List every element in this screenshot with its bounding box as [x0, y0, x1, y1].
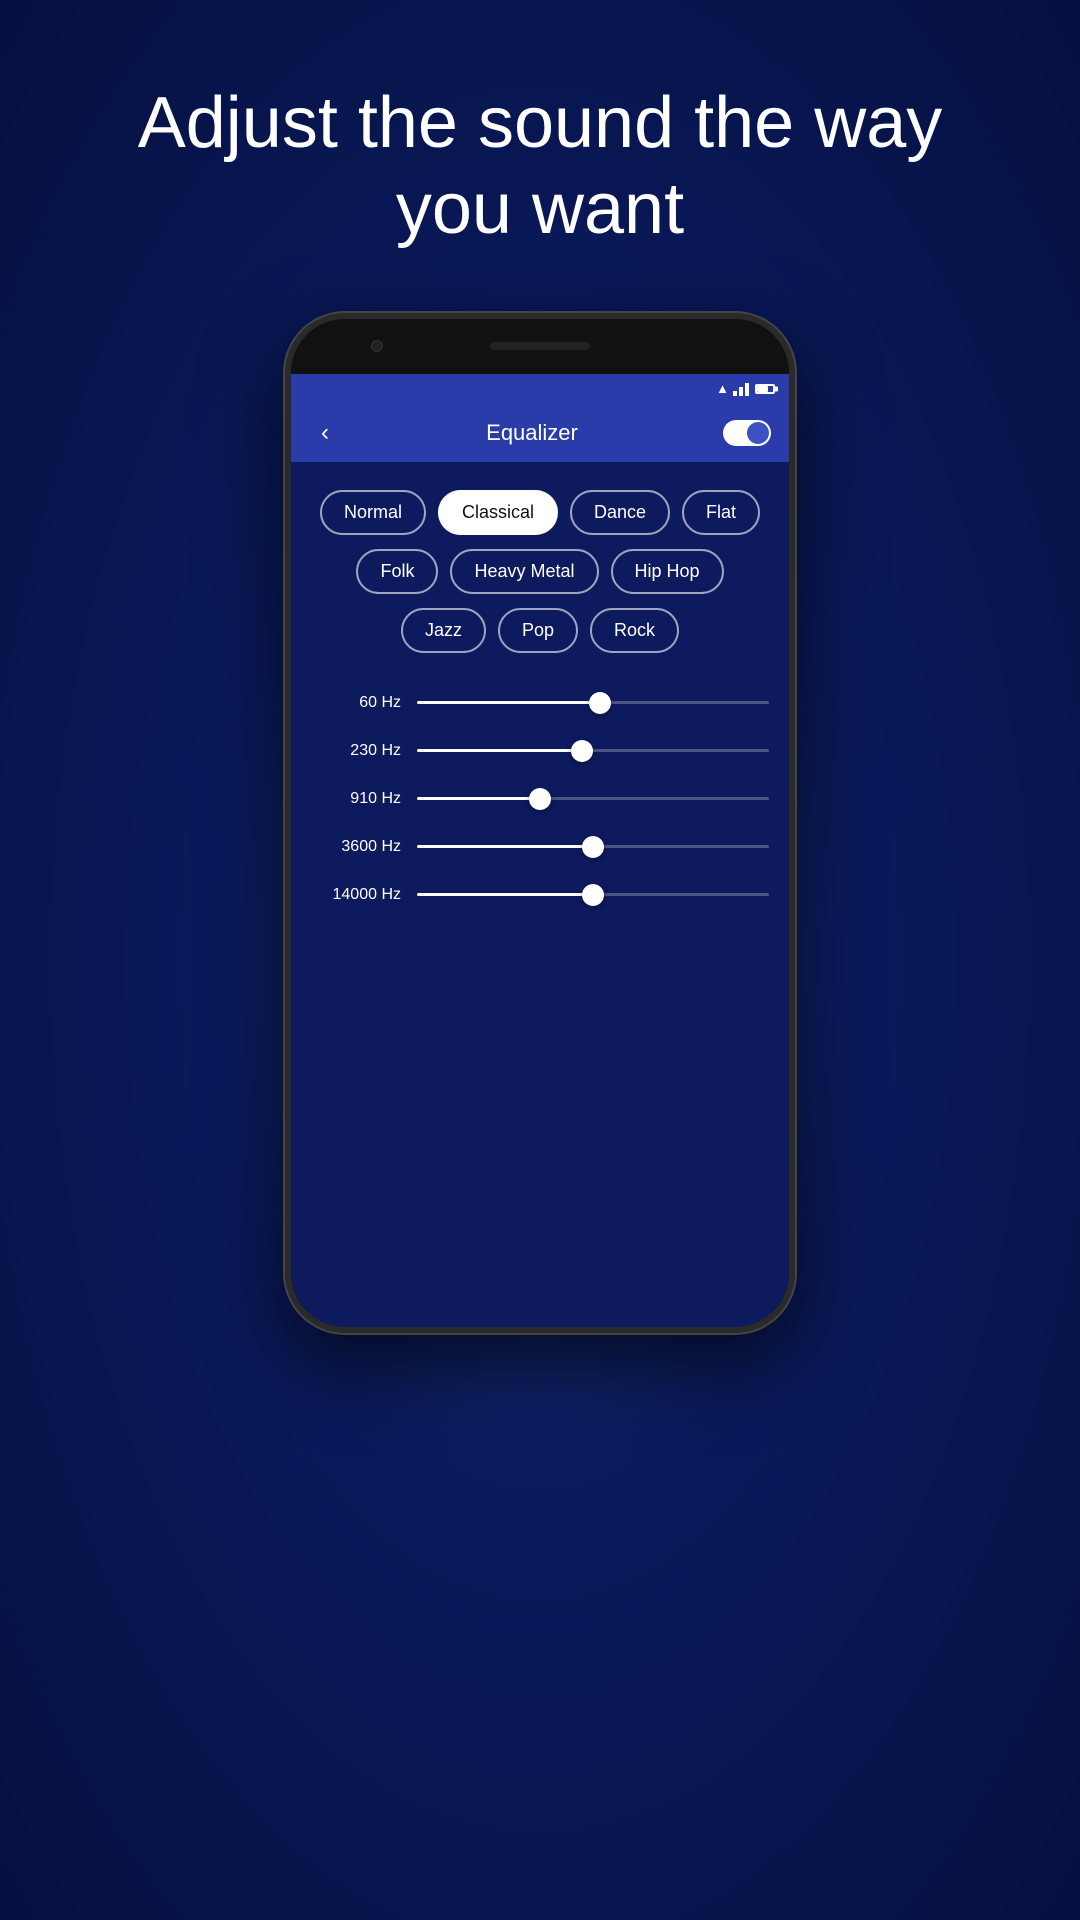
genre-btn-rock[interactable]: Rock	[590, 608, 679, 653]
slider-thumb-14000hz[interactable]	[582, 884, 604, 906]
signal-bar-2	[739, 387, 743, 396]
slider-label-60hz: 60 Hz	[311, 694, 401, 712]
headline-line2: you want	[396, 169, 684, 249]
slider-fill-3600hz	[417, 845, 593, 848]
genre-btn-hip-hop[interactable]: Hip Hop	[611, 549, 724, 594]
wifi-icon: ▲	[716, 381, 729, 396]
slider-track-230hz[interactable]	[417, 741, 769, 761]
genre-btn-dance[interactable]: Dance	[570, 490, 670, 535]
back-button[interactable]: ‹	[309, 417, 341, 449]
slider-row-60hz: 60 Hz	[311, 693, 769, 713]
equalizer-toggle[interactable]	[723, 420, 771, 446]
slider-fill-60hz	[417, 701, 600, 704]
slider-label-230hz: 230 Hz	[311, 742, 401, 760]
slider-row-910hz: 910 Hz	[311, 789, 769, 809]
headline: Adjust the sound the way you want	[78, 80, 1003, 253]
header-title: Equalizer	[486, 420, 578, 446]
phone-screen: Normal Classical Dance Flat Folk Heavy M…	[291, 462, 789, 1327]
slider-track-910hz[interactable]	[417, 789, 769, 809]
slider-thumb-60hz[interactable]	[589, 692, 611, 714]
slider-track-3600hz[interactable]	[417, 837, 769, 857]
slider-fill-230hz	[417, 749, 582, 752]
slider-fill-910hz	[417, 797, 540, 800]
slider-track-14000hz[interactable]	[417, 885, 769, 905]
genre-btn-normal[interactable]: Normal	[320, 490, 426, 535]
phone-top-bar	[291, 319, 789, 374]
slider-row-230hz: 230 Hz	[311, 741, 769, 761]
slider-row-14000hz: 14000 Hz	[311, 885, 769, 905]
genre-row-1: Normal Classical Dance Flat	[320, 490, 760, 535]
slider-thumb-230hz[interactable]	[571, 740, 593, 762]
phone-camera	[371, 340, 383, 352]
genre-btn-folk[interactable]: Folk	[356, 549, 438, 594]
genre-btn-classical[interactable]: Classical	[438, 490, 558, 535]
slider-row-3600hz: 3600 Hz	[311, 837, 769, 857]
signal-bar-3	[745, 383, 749, 396]
sliders-container: 60 Hz 230 Hz	[311, 693, 769, 905]
status-icons: ▲	[716, 381, 775, 396]
toggle-thumb	[747, 422, 769, 444]
slider-fill-14000hz	[417, 893, 593, 896]
headline-line1: Adjust the sound the way	[138, 83, 943, 163]
signal-icon	[733, 382, 749, 396]
phone-frame: ▲ ‹ Equalizer Normal Classical	[285, 313, 795, 1333]
slider-label-3600hz: 3600 Hz	[311, 838, 401, 856]
genre-container: Normal Classical Dance Flat Folk Heavy M…	[311, 490, 769, 653]
slider-track-60hz[interactable]	[417, 693, 769, 713]
slider-thumb-910hz[interactable]	[529, 788, 551, 810]
phone-speaker	[490, 342, 590, 350]
battery-icon	[755, 384, 775, 394]
slider-label-14000hz: 14000 Hz	[311, 886, 401, 904]
slider-thumb-3600hz[interactable]	[582, 836, 604, 858]
genre-btn-pop[interactable]: Pop	[498, 608, 578, 653]
genre-btn-jazz[interactable]: Jazz	[401, 608, 486, 653]
app-header: ‹ Equalizer	[291, 404, 789, 462]
genre-row-3: Jazz Pop Rock	[401, 608, 679, 653]
genre-row-2: Folk Heavy Metal Hip Hop	[356, 549, 723, 594]
genre-btn-heavy-metal[interactable]: Heavy Metal	[450, 549, 598, 594]
battery-fill	[757, 386, 768, 392]
slider-track-bg-910hz	[417, 797, 769, 800]
signal-bar-1	[733, 391, 737, 396]
slider-label-910hz: 910 Hz	[311, 790, 401, 808]
status-bar: ▲	[291, 374, 789, 404]
genre-btn-flat[interactable]: Flat	[682, 490, 760, 535]
